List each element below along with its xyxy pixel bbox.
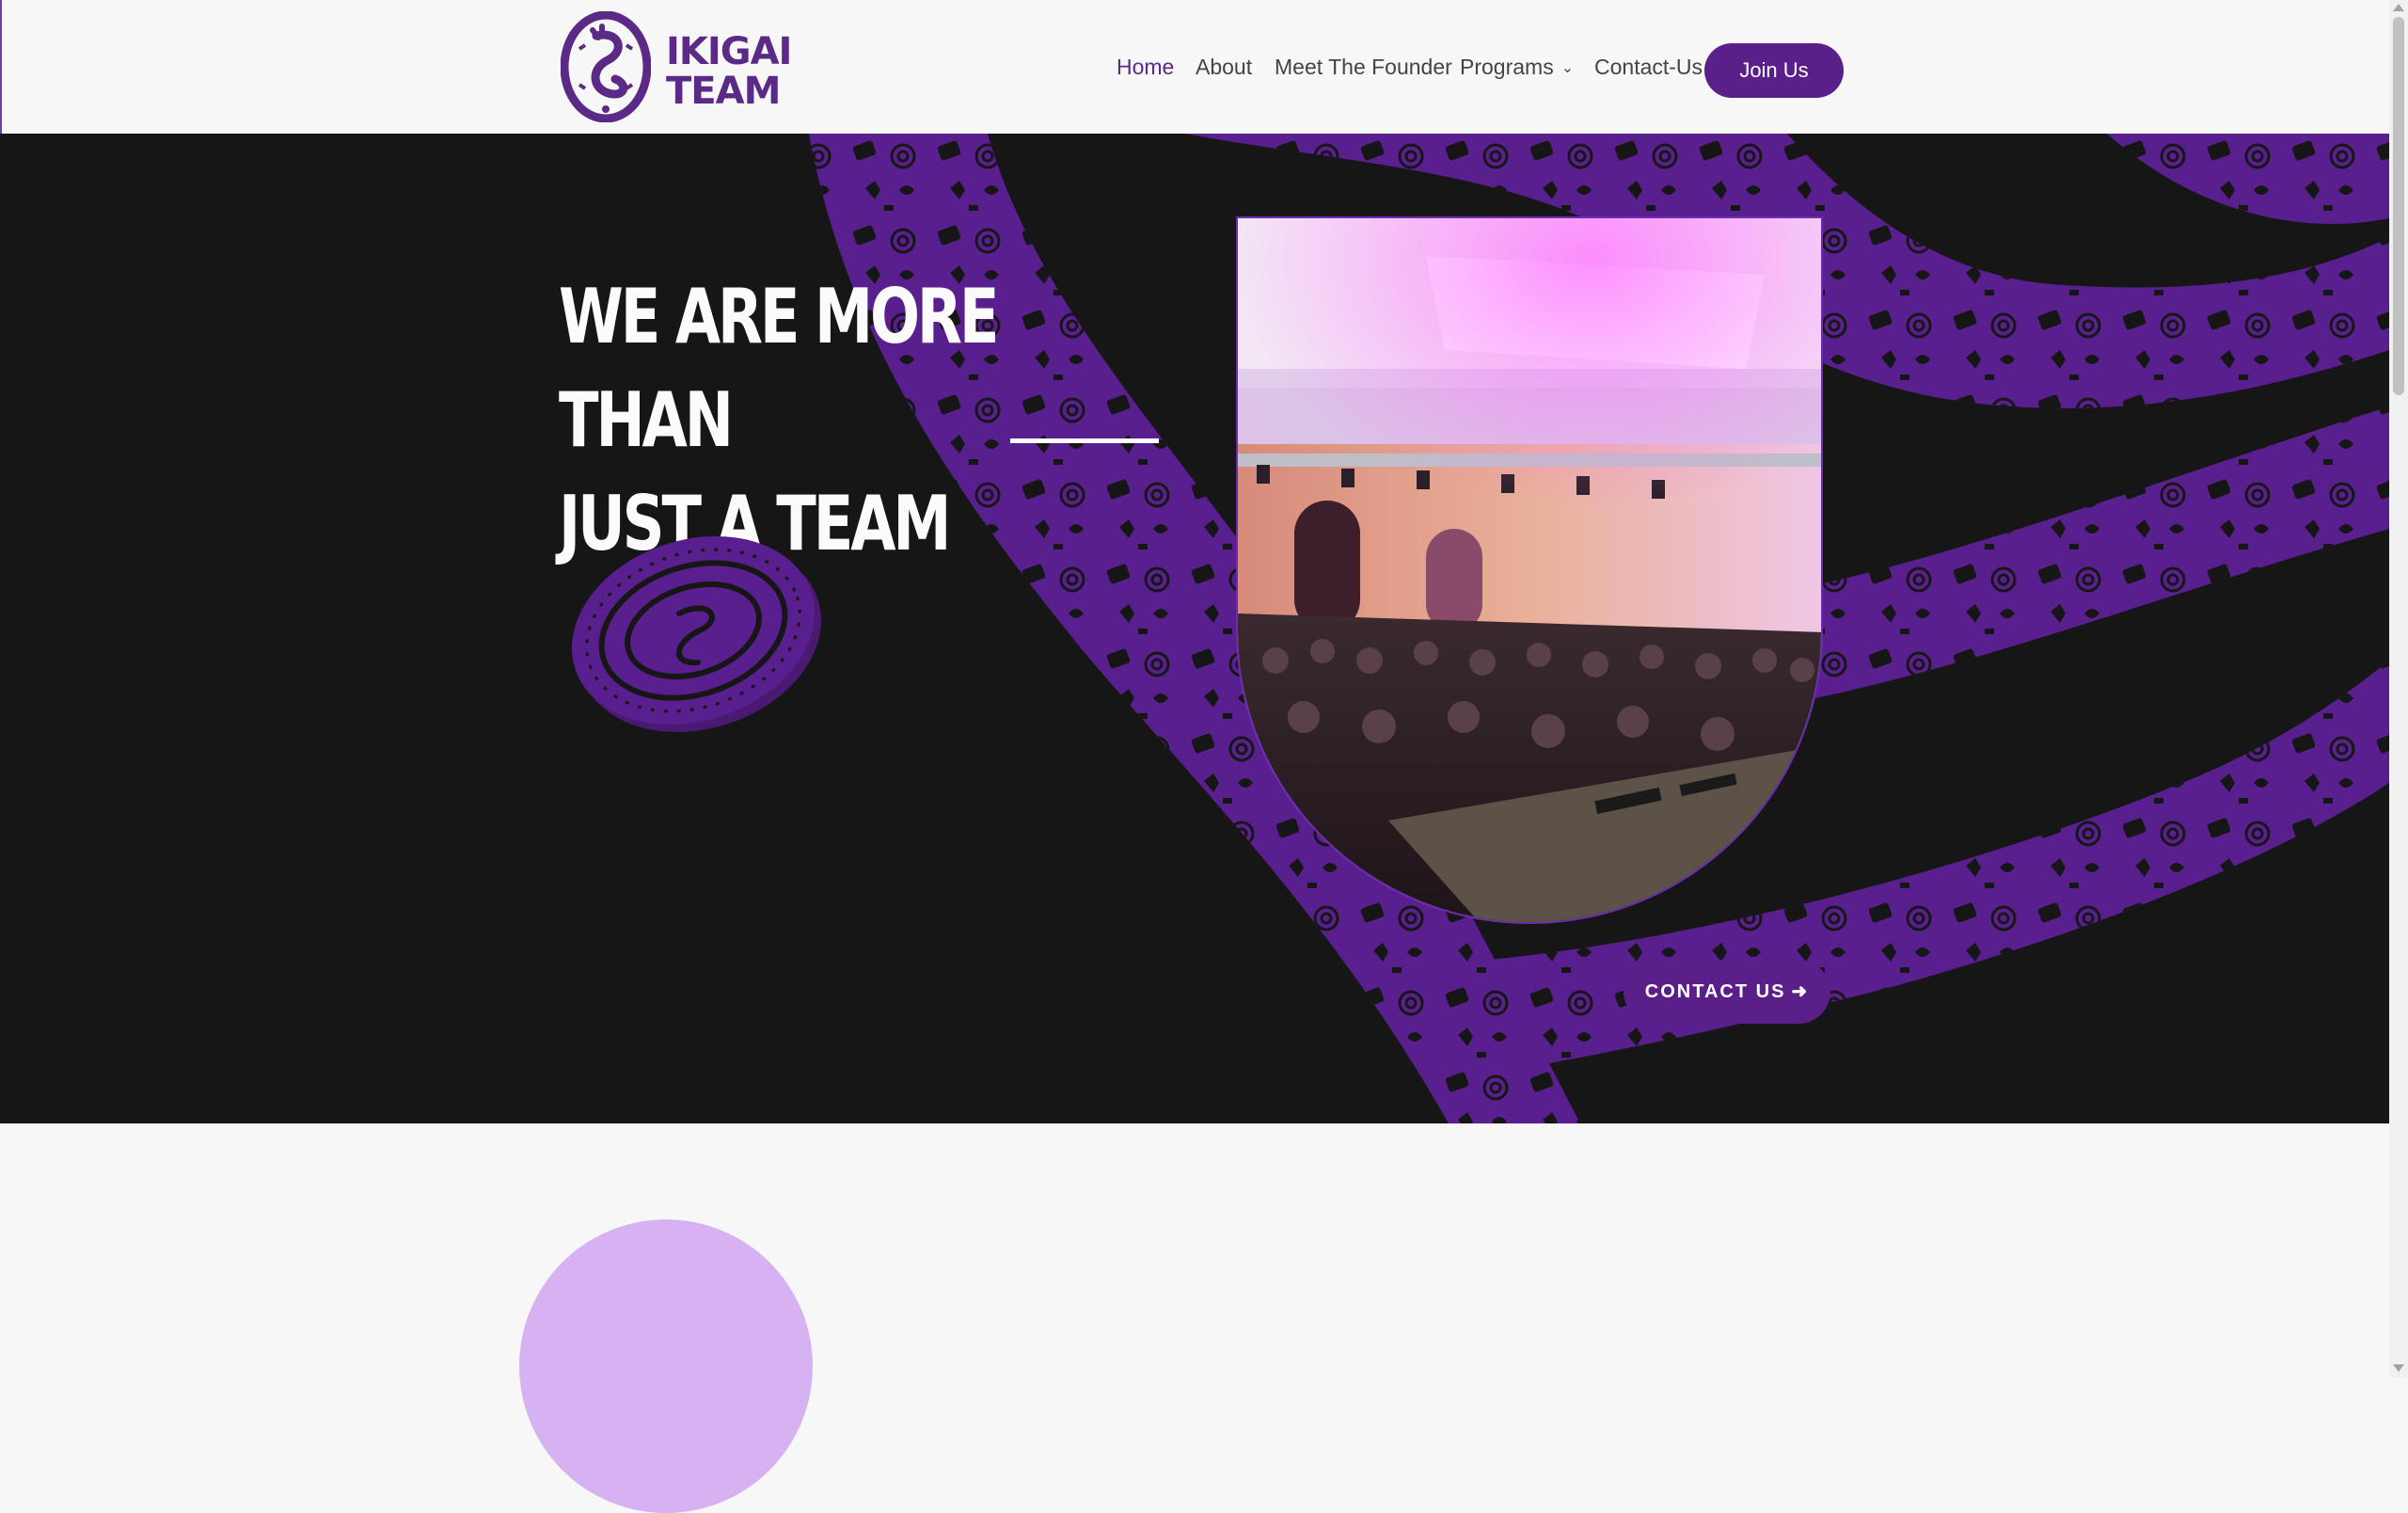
logo-line-1: IKIGAI	[666, 30, 792, 73]
contact-us-label: CONTACT US	[1644, 981, 1786, 1002]
event-photo	[1236, 216, 1823, 924]
title-divider	[1010, 438, 1159, 443]
scroll-down-arrow-icon[interactable]	[2393, 1364, 2404, 1372]
logo-wordmark: IKIGAI TEAM	[666, 30, 792, 113]
hero-section: WE ARE MORE THAN JUST A TEAM CONTACT US …	[0, 134, 2389, 1123]
scroll-up-arrow-icon[interactable]	[2393, 4, 2404, 11]
conference-hall-image	[1238, 218, 1821, 922]
logo-line-2: TEAM	[666, 70, 781, 113]
nav-meet-the-founder[interactable]: Meet The Founder	[1275, 55, 1452, 80]
hero-title-line-1: WE ARE MORE THAN	[559, 272, 999, 464]
ikigai-coin-icon	[572, 536, 821, 732]
join-us-button[interactable]: Join Us	[1704, 43, 1844, 98]
scrollbar-thumb[interactable]	[2393, 17, 2404, 395]
page-scrollbar[interactable]	[2389, 0, 2408, 1378]
nav-home[interactable]: Home	[1117, 55, 1174, 80]
decorative-pattern-bands	[809, 134, 2389, 1123]
site-logo[interactable]: IKIGAI TEAM	[561, 11, 805, 122]
next-section	[0, 1123, 2389, 1513]
hero-title: WE ARE MORE THAN JUST A TEAM	[559, 265, 1014, 576]
nav-about[interactable]: About	[1196, 55, 1252, 80]
decorative-circle	[519, 1219, 813, 1513]
ikigai-logo-icon	[561, 11, 651, 122]
nav-programs-label: Programs	[1460, 55, 1554, 79]
chevron-down-icon: ⌄	[1560, 60, 1575, 76]
nav-contact-us[interactable]: Contact-Us	[1594, 55, 1703, 80]
arrow-right-icon: ➜	[1791, 981, 1810, 1002]
site-header: IKIGAI TEAM Home About Meet The Founder …	[0, 0, 2389, 134]
nav-programs[interactable]: Programs ⌄	[1460, 55, 1574, 80]
contact-us-button[interactable]: CONTACT US ➜	[1624, 960, 1830, 1024]
